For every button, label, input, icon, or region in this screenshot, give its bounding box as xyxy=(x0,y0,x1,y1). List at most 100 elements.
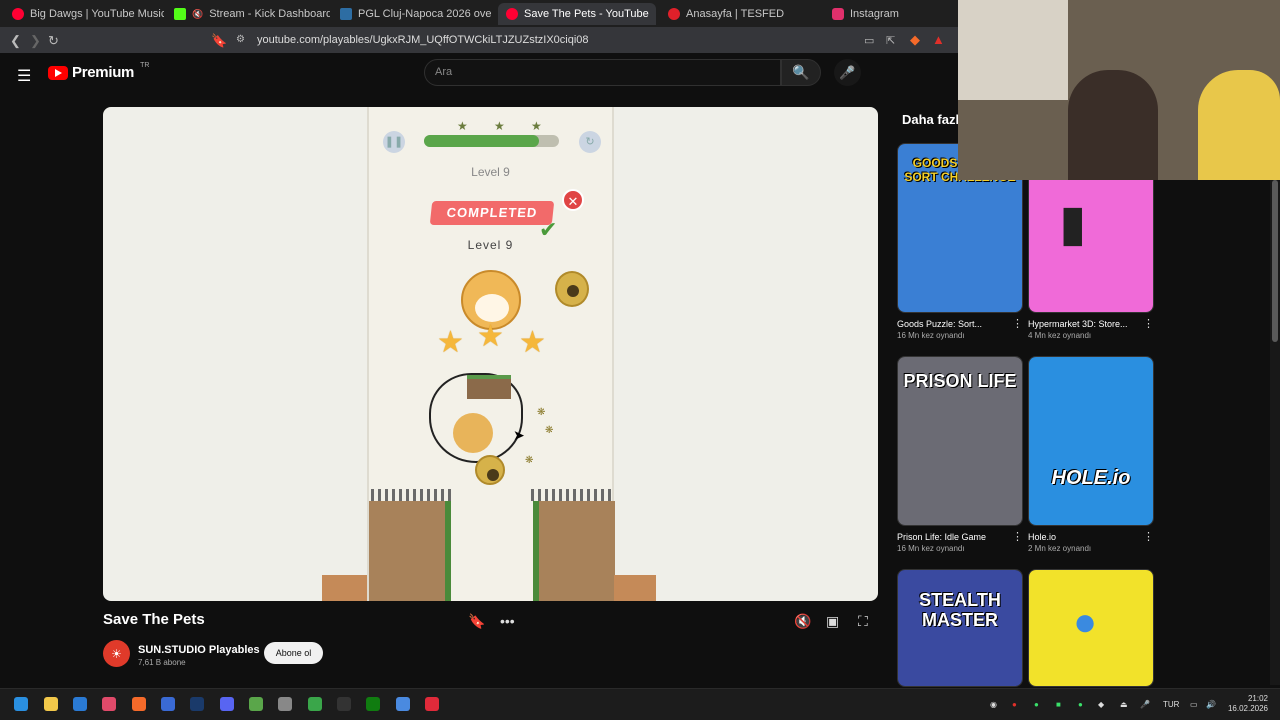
more-options-icon[interactable]: ••• xyxy=(500,613,515,629)
play-count: 2 Mn kez oynandı xyxy=(1028,544,1092,553)
close-icon[interactable]: ✕ xyxy=(562,189,584,211)
youtube-premium-logo[interactable]: Premium TR xyxy=(48,62,149,81)
game-launcher-icon[interactable] xyxy=(308,697,322,711)
miniplayer-icon[interactable]: ▣ xyxy=(826,613,839,630)
forward-icon[interactable]: ❯ xyxy=(30,33,41,49)
tab-label: Stream - Kick Dashboard xyxy=(209,8,330,20)
close-tab-icon[interactable]: ✕ xyxy=(655,7,656,21)
mute-icon[interactable]: 🔇 xyxy=(192,9,203,20)
subscriber-count: 7,61 B abone xyxy=(138,658,186,667)
xbox-icon[interactable] xyxy=(366,697,380,711)
app-icon[interactable] xyxy=(161,697,175,711)
tray-icon[interactable]: ● xyxy=(1078,700,1083,709)
settings-app-icon[interactable] xyxy=(396,697,410,711)
steam-icon[interactable] xyxy=(190,697,204,711)
voice-search-button[interactable]: 🎤 xyxy=(834,59,861,86)
webcam-pikachu-plush xyxy=(1198,70,1280,180)
floor-block-right xyxy=(614,575,656,601)
cast-icon[interactable]: ▭ xyxy=(864,34,874,47)
playable-game-player[interactable]: ❚❚ ↻ ★ ★ ★ Level 9 COMPLETED ✕ ✔ Level 9… xyxy=(103,107,878,601)
page-scrollbar[interactable] xyxy=(1270,180,1280,685)
search-input[interactable]: Ara xyxy=(424,59,781,86)
volume-icon[interactable]: 🔊 xyxy=(1206,700,1216,709)
site-info-icon[interactable]: ⚙ xyxy=(236,34,245,45)
channel-avatar[interactable]: ☀ xyxy=(103,640,130,667)
youtube-music-icon xyxy=(12,8,24,20)
minecraft-icon[interactable] xyxy=(249,697,263,711)
more-options-icon[interactable]: ⋮ xyxy=(1143,530,1154,543)
restart-icon[interactable]: ↻ xyxy=(579,131,601,153)
game-thumbnail[interactable]: STEALTH MASTER xyxy=(897,569,1023,687)
tab-save-the-pets[interactable]: Save The Pets - YouTube ✕ xyxy=(498,3,656,25)
tab-kick-dashboard[interactable]: 🔇 Stream - Kick Dashboard xyxy=(166,3,330,25)
tray-icon[interactable]: ■ xyxy=(1056,700,1061,709)
thumbnail-background xyxy=(1029,357,1153,525)
subscribe-button[interactable]: Abone ol xyxy=(264,642,323,664)
brave-shield-icon[interactable]: ◆ xyxy=(910,32,920,48)
save-bookmark-icon[interactable]: 🔖 xyxy=(468,613,485,630)
tab-tesfed[interactable]: Anasayfa | TESFED xyxy=(660,3,820,25)
microphone-icon[interactable]: 🎤 xyxy=(1140,700,1150,709)
level-progress-bar xyxy=(424,135,559,147)
game-card[interactable]: STEALTH MASTER xyxy=(897,569,1023,687)
fullscreen-icon[interactable]: ⛶ xyxy=(858,613,868,630)
barcode-scanner-icon: ▮ xyxy=(1059,195,1087,251)
obs-icon[interactable] xyxy=(278,697,292,711)
scrollbar-thumb[interactable] xyxy=(1272,180,1278,342)
kick-icon xyxy=(174,8,186,20)
tray-icon[interactable]: ◉ xyxy=(990,700,997,709)
pause-icon[interactable]: ❚❚ xyxy=(383,131,405,153)
usb-icon[interactable]: ⏏ xyxy=(1120,700,1128,709)
channel-name[interactable]: SUN.STUDIO Playables xyxy=(138,644,260,656)
game-thumbnail[interactable]: HOLE.io xyxy=(1028,356,1154,526)
discord-icon[interactable] xyxy=(220,697,234,711)
progress-star-icon: ★ xyxy=(531,119,542,133)
epic-games-icon[interactable] xyxy=(337,697,351,711)
more-options-icon[interactable]: ⋮ xyxy=(1012,530,1023,543)
calculator-icon[interactable] xyxy=(73,697,87,711)
brave-browser-icon[interactable] xyxy=(132,697,146,711)
language-indicator[interactable]: TUR xyxy=(1163,700,1179,709)
game-card[interactable]: ● xyxy=(1028,569,1154,687)
tray-icon[interactable]: ● xyxy=(1034,700,1039,709)
instagram-app-icon[interactable] xyxy=(102,697,116,711)
play-count: 4 Mn kez oynandı xyxy=(1028,331,1092,340)
back-icon[interactable]: ❮ xyxy=(10,33,21,49)
floor-block-left xyxy=(322,575,367,601)
spikes-right xyxy=(531,489,611,501)
game-card[interactable]: PRISON LIFE Prison Life: Idle Game 16 Mn… xyxy=(897,356,1023,553)
game-card[interactable]: HOLE.io Hole.io 2 Mn kez oynandı ⋮ xyxy=(1028,356,1154,553)
mute-icon[interactable]: 🔇 xyxy=(794,613,811,630)
menu-icon[interactable]: ☰ xyxy=(17,66,31,86)
tray-icon[interactable]: ● xyxy=(1012,700,1017,709)
file-explorer-icon[interactable] xyxy=(44,697,58,711)
microphone-icon: 🎤 xyxy=(839,64,856,80)
tray-icon[interactable]: ◆ xyxy=(1098,700,1104,709)
share-icon[interactable]: ⇱ xyxy=(886,34,895,47)
search-placeholder: Ara xyxy=(435,66,453,78)
app-icon[interactable] xyxy=(425,697,439,711)
brave-rewards-icon[interactable]: ▲ xyxy=(932,32,945,47)
tab-instagram[interactable]: Instagram xyxy=(824,3,954,25)
progress-star-icon: ★ xyxy=(457,119,468,133)
game-thumbnail[interactable]: ● xyxy=(1028,569,1154,687)
network-icon[interactable]: ▭ xyxy=(1190,700,1198,709)
hltv-icon xyxy=(340,8,352,20)
game-thumbnail[interactable]: PRISON LIFE xyxy=(897,356,1023,526)
bookmark-icon[interactable]: 🔖 xyxy=(211,33,227,49)
windows-start-icon[interactable] xyxy=(14,697,28,711)
youtube-logo-icon xyxy=(48,65,68,80)
more-options-icon[interactable]: ⋮ xyxy=(1012,317,1023,330)
url-field[interactable]: youtube.com/playables/UgkxRJM_UQffOTWCki… xyxy=(257,34,589,46)
tab-hltv[interactable]: PGL Cluj-Napoca 2026 overview | HLTV xyxy=(332,3,492,25)
webcam-person xyxy=(1068,70,1158,180)
completed-banner: COMPLETED xyxy=(429,201,555,225)
search-button[interactable]: 🔍 xyxy=(781,59,821,86)
system-clock[interactable]: 21:02 16.02.2026 xyxy=(1222,694,1268,714)
more-games-heading: Daha fazl xyxy=(902,112,960,127)
more-options-icon[interactable]: ⋮ xyxy=(1143,317,1154,330)
reload-icon[interactable]: ↻ xyxy=(48,33,59,49)
thumbnail-text: STEALTH MASTER xyxy=(919,590,1001,630)
game-canvas[interactable]: ❚❚ ↻ ★ ★ ★ Level 9 COMPLETED ✕ ✔ Level 9… xyxy=(367,107,615,601)
tab-big-dawgs[interactable]: Big Dawgs | YouTube Music xyxy=(4,3,164,25)
